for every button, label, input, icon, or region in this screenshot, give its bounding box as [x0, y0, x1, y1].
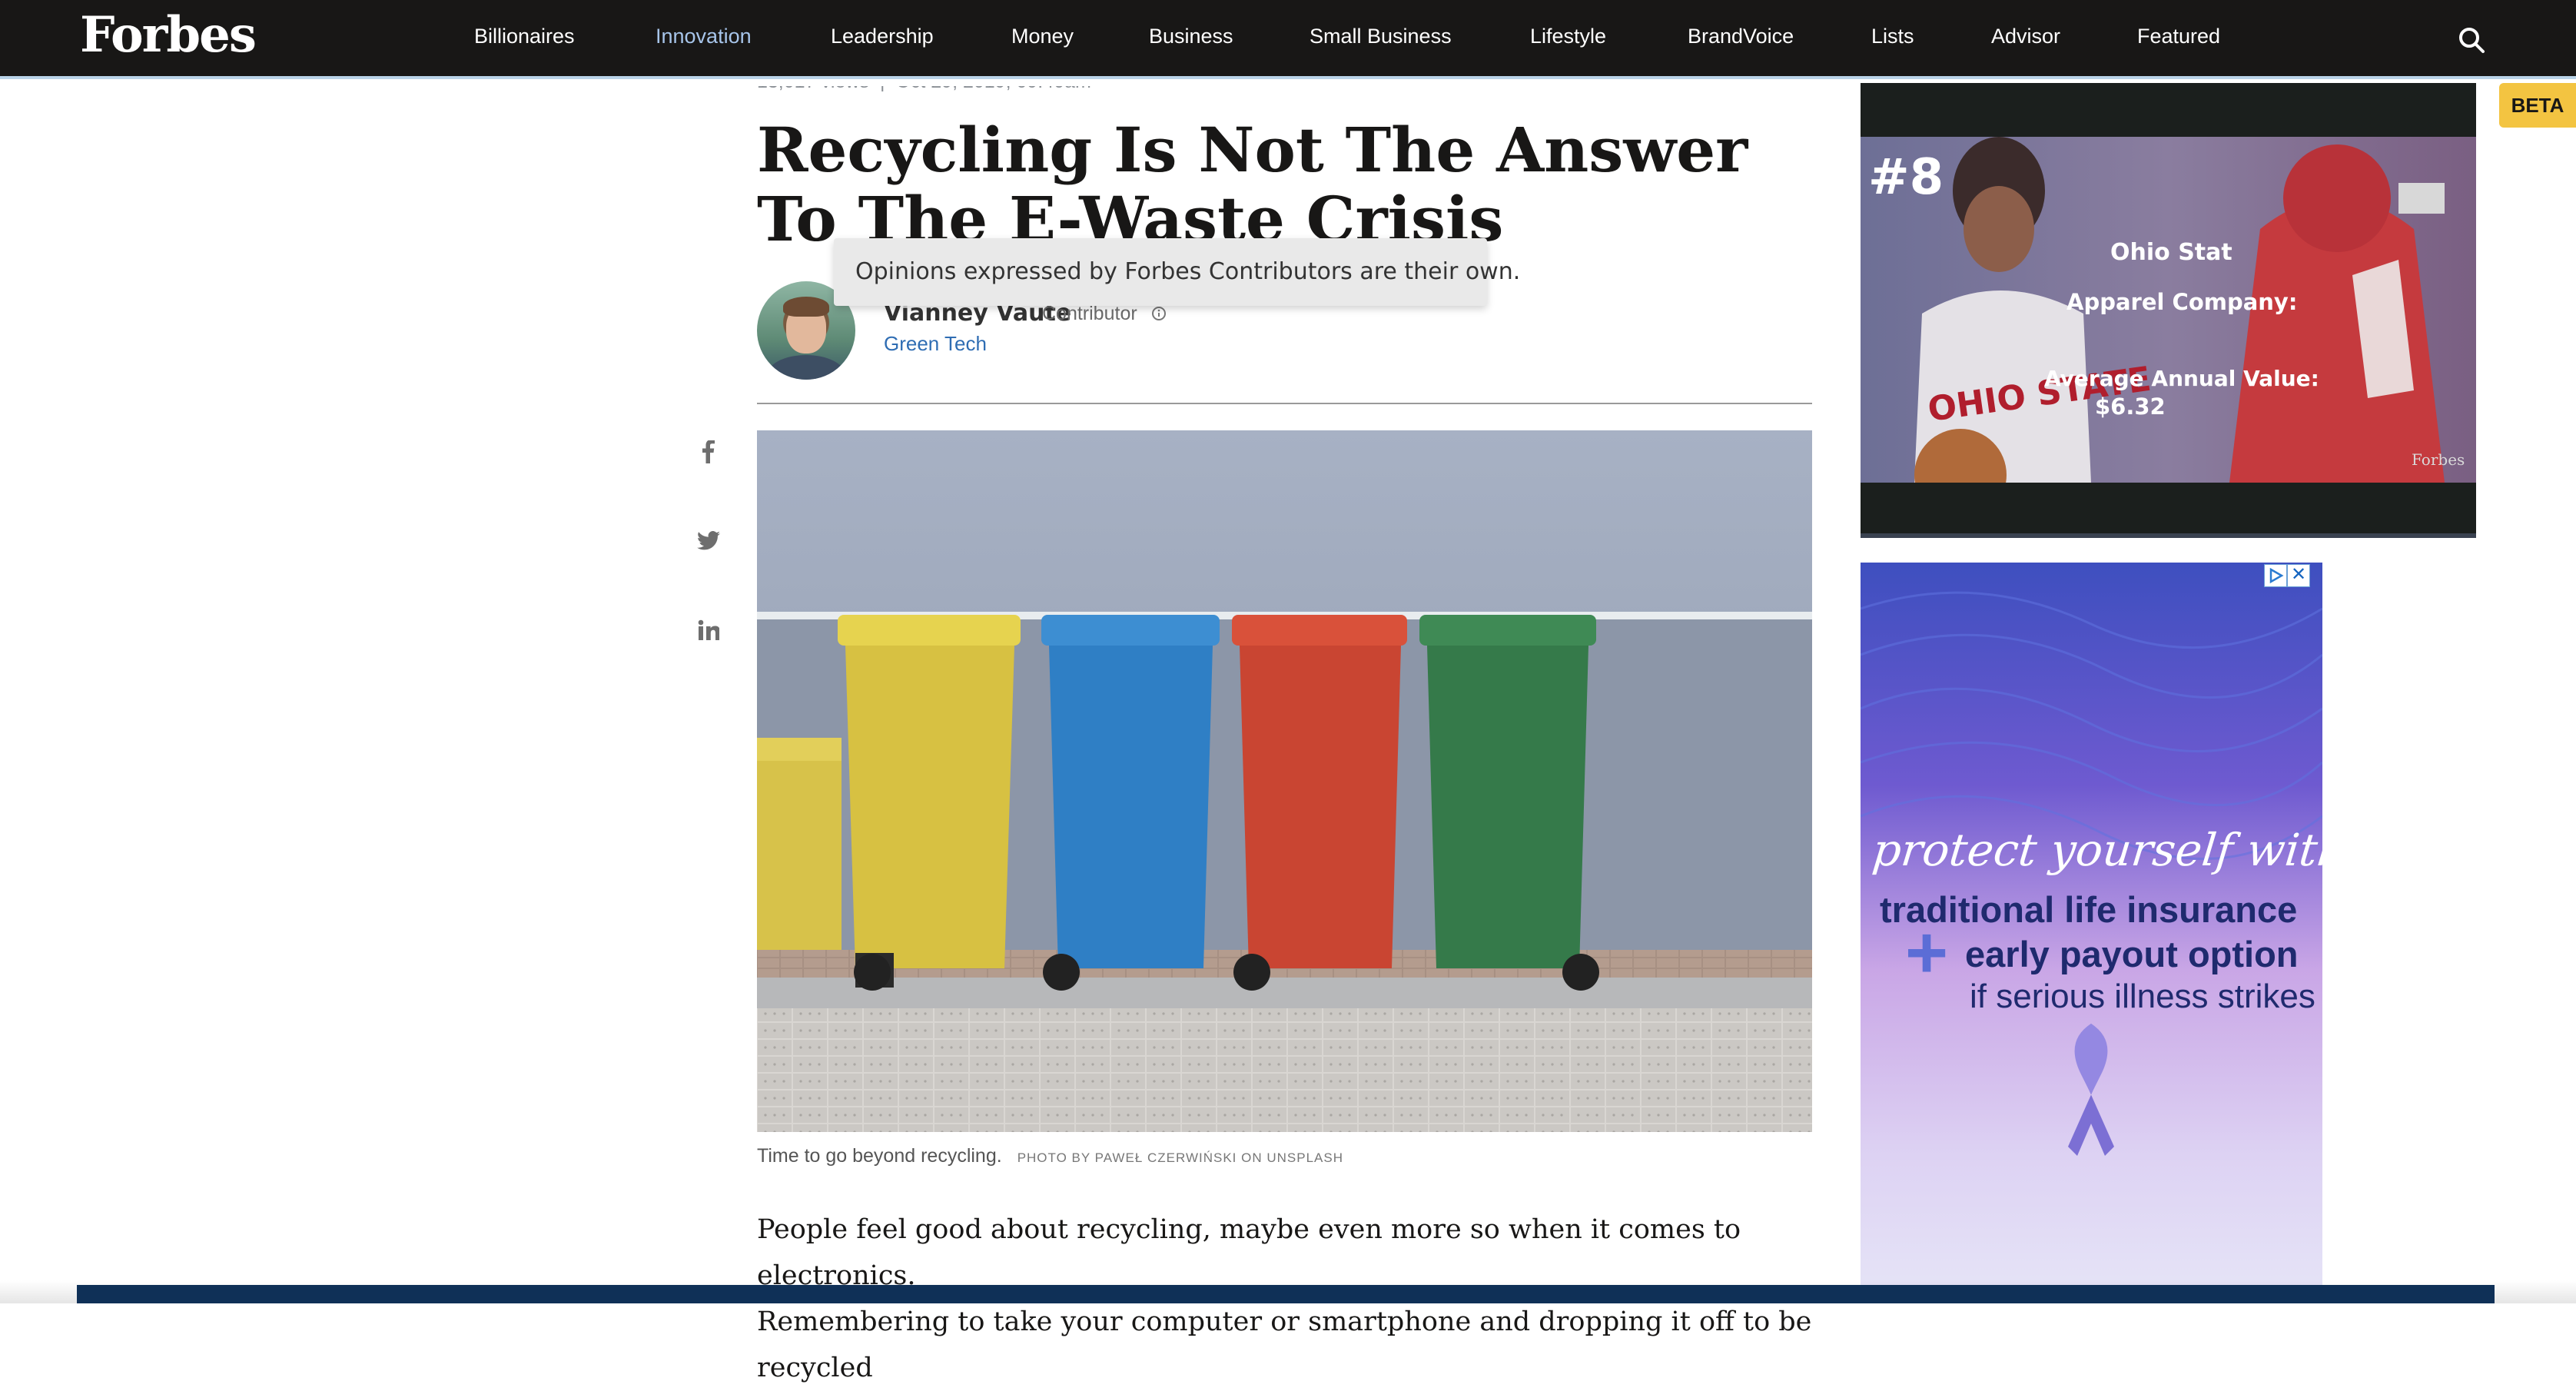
forbes-logo[interactable]: Forbes: [80, 6, 257, 64]
nav-item-brandvoice[interactable]: BrandVoice: [1688, 25, 1794, 48]
ad-close-icon[interactable]: ✕: [2287, 564, 2310, 587]
nav-item-small-business[interactable]: Small Business: [1310, 25, 1452, 48]
video-company-label: Apparel Company:: [2066, 289, 2298, 315]
adchoices-icon[interactable]: [2264, 564, 2287, 587]
video-ad[interactable]: OHIO STATE #8 Ohio Stat Apparel Company:…: [1861, 83, 2476, 538]
nav-item-billionaires[interactable]: Billionaires: [474, 25, 575, 48]
video-rank: #8: [1868, 149, 1944, 206]
video-progress-track[interactable]: [1861, 533, 2476, 538]
header-divider: [757, 403, 1812, 404]
photo-credit: PHOTO BY PAWEŁ CZERWIŃSKI ON UNSPLASH: [1017, 1150, 1343, 1165]
nav-item-business[interactable]: Business: [1149, 25, 1233, 48]
ad-line-2: early payout option: [1965, 934, 2299, 974]
nav-item-money[interactable]: Money: [1011, 25, 1074, 48]
article-hero-image: [757, 430, 1812, 1132]
author-role: Contributor: [1042, 303, 1137, 324]
video-value-label: Average Annual Value:: [2044, 366, 2319, 391]
video-watermark: Forbes: [2412, 450, 2465, 469]
image-caption: Time to go beyond recycling. PHOTO BY PAW…: [757, 1145, 1343, 1167]
info-icon[interactable]: [1151, 306, 1167, 321]
contributor-disclaimer-tooltip: Opinions expressed by Forbes Contributor…: [834, 238, 1520, 306]
search-icon[interactable]: [2456, 25, 2487, 55]
linkedin-icon[interactable]: [695, 616, 722, 644]
twitter-icon[interactable]: [695, 527, 722, 555]
life-insurance-ad[interactable]: ✕ protect yourself with traditional life…: [1861, 563, 2322, 1303]
bottom-sticky-bar[interactable]: [77, 1285, 2495, 1303]
nav-item-leadership[interactable]: Leadership: [831, 25, 934, 48]
nav-item-lists[interactable]: Lists: [1871, 25, 1914, 48]
beta-badge[interactable]: BETA: [2499, 83, 2576, 128]
nav-item-advisor[interactable]: Advisor: [1991, 25, 2060, 48]
ad-plus-symbol: +: [1905, 911, 1949, 994]
top-navigation-bar: Forbes Billionaires Innovation Leadershi…: [0, 0, 2576, 79]
nav-item-featured[interactable]: Featured: [2137, 25, 2220, 48]
caption-text: Time to go beyond recycling.: [757, 1145, 1002, 1167]
body-sentence: People feel good about recycling, maybe …: [757, 1214, 1741, 1291]
nav-item-innovation[interactable]: Innovation: [656, 25, 752, 48]
body-sentence: Remembering to take your computer or sma…: [757, 1306, 1812, 1383]
nav-item-lifestyle[interactable]: Lifestyle: [1530, 25, 1606, 48]
ad-script-headline: protect yourself with: [1870, 824, 2322, 876]
video-school: Ohio Stat: [2110, 239, 2232, 266]
facebook-icon[interactable]: [695, 438, 722, 466]
ad-line-3: if serious illness strikes: [1970, 978, 2315, 1015]
article-headline: Recycling Is Not The Answer To The E-Was…: [757, 114, 1748, 255]
video-value: $6.32: [2095, 393, 2166, 420]
author-topic-link[interactable]: Green Tech: [884, 332, 987, 356]
